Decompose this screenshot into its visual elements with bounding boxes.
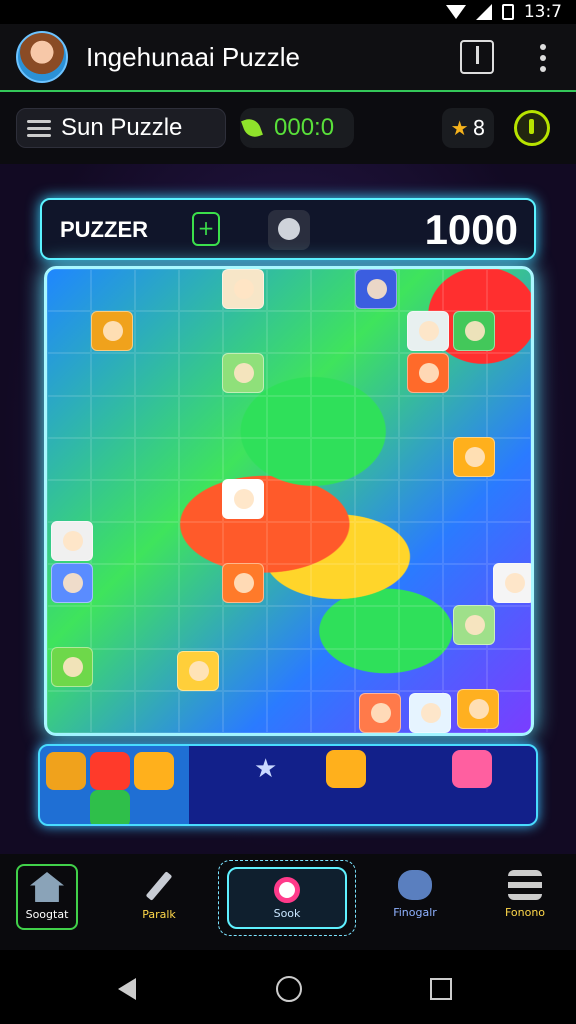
system-nav-bar [0, 950, 576, 1024]
puzzle-piece[interactable] [407, 311, 449, 351]
tray-piece[interactable] [452, 750, 492, 788]
puzzle-piece[interactable] [359, 693, 401, 733]
toolbar: Sun Puzzle 000:0 ★ 8 [0, 92, 576, 164]
star-icon: ★ [450, 116, 469, 140]
puzzle-piece[interactable] [222, 353, 264, 393]
puzzle-piece[interactable] [453, 437, 495, 477]
puzzle-piece[interactable] [407, 353, 449, 393]
puzzle-piece[interactable] [409, 693, 451, 733]
puzzle-piece[interactable] [222, 479, 264, 519]
score-panel: PUZZER + 1000 [40, 198, 536, 260]
score-label: PUZZER [60, 217, 148, 242]
app-title: Ingehunaai Puzzle [86, 42, 300, 72]
timer-icon[interactable] [460, 40, 494, 74]
puzzle-piece[interactable] [177, 651, 219, 691]
leaf-icon [241, 115, 263, 141]
menu-icon [508, 870, 542, 900]
tray-piece[interactable] [134, 752, 174, 790]
puzzle-piece[interactable] [51, 521, 93, 561]
tray-piece[interactable] [90, 790, 130, 824]
record-icon [274, 877, 300, 903]
puzzle-piece[interactable] [457, 689, 499, 729]
score-badge: + [192, 212, 220, 246]
home-system-icon[interactable] [276, 976, 302, 1002]
status-time: 13:7 [523, 2, 562, 22]
tray-piece[interactable] [326, 750, 366, 788]
overflow-menu-icon[interactable] [540, 42, 548, 74]
back-icon[interactable] [118, 978, 136, 1000]
avatar[interactable] [16, 31, 68, 83]
gallery-icon [398, 870, 432, 900]
pencil-icon [145, 871, 173, 901]
puzzle-piece[interactable] [222, 269, 264, 309]
mode-label: Sun Puzzle [61, 114, 183, 141]
nav-gallery-label: Finogalr [393, 906, 437, 919]
puzzle-board[interactable] [44, 266, 534, 736]
tray-piece[interactable] [46, 752, 86, 790]
battery-icon [501, 4, 514, 20]
puzzle-piece[interactable] [51, 647, 93, 687]
puzzle-piece[interactable] [493, 563, 531, 603]
piece-tray[interactable]: ★ [38, 744, 538, 826]
puzzle-piece[interactable] [51, 563, 93, 603]
recents-icon[interactable] [430, 978, 452, 1000]
timer-pill: 000:0 [240, 108, 354, 148]
mascot-icon [268, 210, 310, 250]
puzzle-piece[interactable] [91, 311, 133, 351]
nav-gallery[interactable]: Finogalr [384, 864, 446, 930]
nav-home[interactable]: Soogtat [16, 864, 78, 930]
nav-menu[interactable]: Fonono [494, 864, 556, 930]
puzzle-piece[interactable] [453, 605, 495, 645]
tray-piece[interactable] [90, 752, 130, 790]
hint-button[interactable] [514, 110, 550, 146]
status-bar: 13:7 [0, 0, 576, 24]
stars-value: 8 [472, 116, 486, 140]
home-icon [30, 872, 64, 902]
mode-menu-button[interactable]: Sun Puzzle [16, 108, 226, 148]
puzzle-piece[interactable] [453, 311, 495, 351]
nav-menu-label: Fonono [504, 906, 546, 919]
signal-icon [475, 4, 492, 20]
nav-center-inner: Sook [227, 867, 347, 929]
timer-value: 000:0 [274, 114, 335, 141]
star-icon: ★ [254, 754, 278, 784]
nav-home-label: Soogtat [25, 908, 69, 921]
puzzle-piece[interactable] [355, 269, 397, 309]
nav-pencil-label: Paralk [142, 908, 176, 921]
wifi-icon [445, 5, 466, 19]
stars-counter: ★ 8 [442, 108, 494, 148]
score-value: 1000 [424, 206, 518, 253]
nav-center-label: Sook [273, 907, 301, 920]
nav-pencil[interactable]: Paralk [128, 864, 190, 930]
app-bar: Ingehunaai Puzzle [0, 24, 576, 92]
puzzle-piece[interactable] [222, 563, 264, 603]
nav-center-button[interactable]: Sook [218, 860, 356, 936]
hamburger-icon [27, 119, 51, 137]
